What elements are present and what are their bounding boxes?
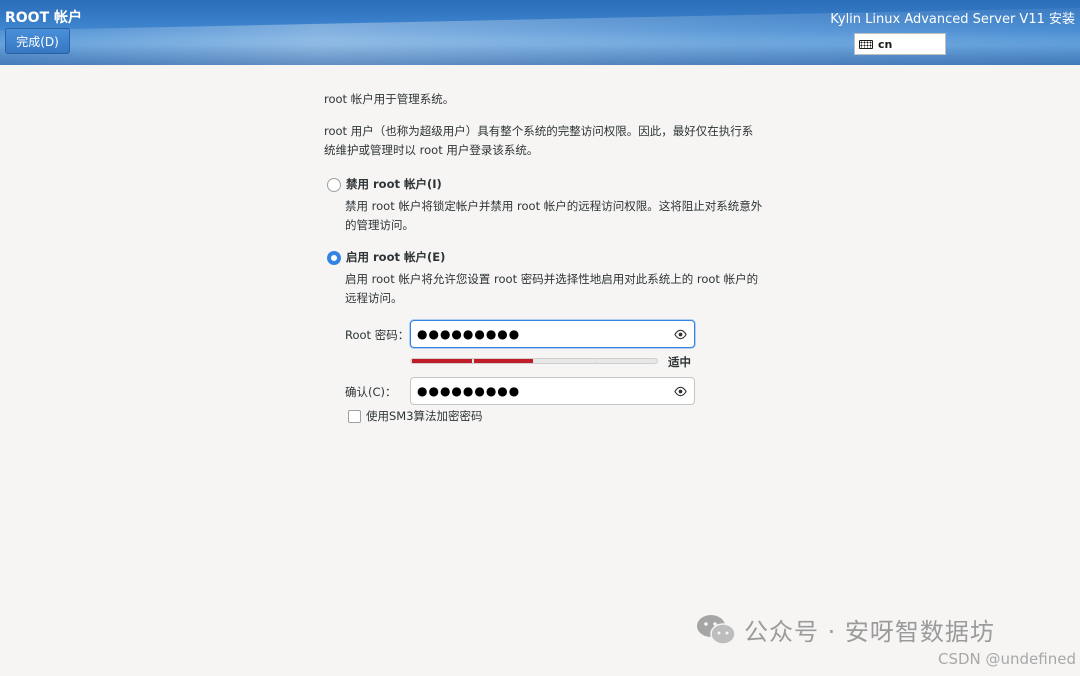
strength-segment xyxy=(412,359,472,363)
root-password-label: Root 密码： xyxy=(345,328,410,342)
keyboard-layout-label: cn xyxy=(878,37,893,51)
confirm-password-value: ●●●●●●●●● xyxy=(417,383,521,398)
intro-text: root 帐户用于管理系统。 xyxy=(324,92,455,106)
spoke-title: ROOT 帐户 xyxy=(5,10,83,26)
description-text: root 用户（也称为超级用户）具有整个系统的完整访问权限。因此，最好仅在执行系… xyxy=(324,124,754,157)
enable-root-radio[interactable]: 启用 root 帐户(E) xyxy=(327,248,445,267)
disable-root-description: 禁用 root 帐户将锁定帐户并禁用 root 帐户的远程访问权限。这将阻止对系… xyxy=(345,199,763,232)
root-password-value: ●●●●●●●●● xyxy=(417,326,521,341)
csdn-watermark: CSDN @undefined xyxy=(937,650,1076,668)
sm3-encryption-checkbox[interactable]: 使用SM3算法加密密码 xyxy=(348,407,483,426)
wechat-watermark-text: 公众号 · 安呀智数据坊 xyxy=(744,618,995,646)
disable-root-label: 禁用 root 帐户(I) xyxy=(346,177,442,191)
enable-root-description: 启用 root 帐户将允许您设置 root 密码并选择性地启用对此系统上的 ro… xyxy=(345,272,759,305)
confirm-password-label: 确认(C)： xyxy=(345,385,397,399)
sm3-checkbox-label: 使用SM3算法加密密码 xyxy=(366,409,483,423)
root-password-input[interactable]: ●●●●●●●●● xyxy=(410,320,695,348)
password-strength-meter xyxy=(410,358,658,364)
show-password-eye-icon[interactable] xyxy=(674,329,687,340)
strength-segment xyxy=(473,359,533,363)
strength-segment xyxy=(596,359,656,363)
confirm-password-input[interactable]: ●●●●●●●●● xyxy=(410,377,695,405)
product-title: Kylin Linux Advanced Server V11 安装 xyxy=(830,12,1075,27)
show-confirm-eye-icon[interactable] xyxy=(674,386,687,397)
strength-segment xyxy=(535,359,595,363)
disable-root-radio[interactable]: 禁用 root 帐户(I) xyxy=(327,175,442,194)
keyboard-icon xyxy=(859,39,873,49)
password-strength-label: 适中 xyxy=(668,355,691,369)
disable-root-radio-indicator[interactable] xyxy=(327,177,341,192)
enable-root-radio-indicator[interactable] xyxy=(327,250,341,265)
sm3-checkbox-box[interactable] xyxy=(348,410,361,423)
keyboard-layout-indicator[interactable]: cn xyxy=(854,33,946,55)
done-button[interactable]: 完成(D) xyxy=(5,28,70,54)
wechat-watermark: 公众号 · 安呀智数据坊 xyxy=(696,612,995,647)
wechat-icon xyxy=(697,614,736,645)
enable-root-label: 启用 root 帐户(E) xyxy=(346,250,446,264)
spoke-header: ROOT 帐户 完成(D) Kylin Linux Advanced Serve… xyxy=(0,0,1080,65)
